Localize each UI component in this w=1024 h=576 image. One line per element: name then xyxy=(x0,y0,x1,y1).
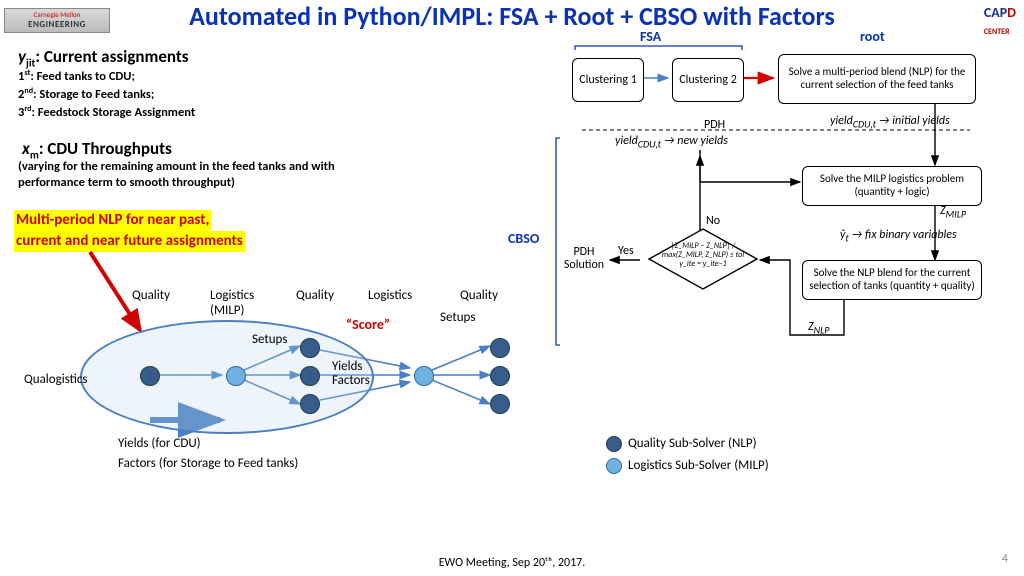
qualogistics-lbl: Qualogistics xyxy=(24,372,88,387)
setups2-lbl: Setups xyxy=(440,310,475,325)
yields-cdu-lbl: Yields (for CDU) xyxy=(118,436,201,451)
quality-node-1 xyxy=(140,366,160,386)
pdh-label: PDH xyxy=(704,118,725,132)
clustering-2-box: Clustering 2 xyxy=(672,58,744,102)
quality-node-3a xyxy=(490,338,510,358)
quality-node-2c xyxy=(300,394,320,414)
milp-box: Solve the MILP logistics problem (quanti… xyxy=(802,166,982,206)
quality-node-3b xyxy=(490,366,510,386)
clustering-1-box: Clustering 1 xyxy=(572,58,644,102)
no-label: No xyxy=(706,214,720,228)
nlp-box: Solve the NLP blend for the current sele… xyxy=(802,260,982,300)
zmilp: ZMILP xyxy=(940,204,966,220)
fsa-label: FSA xyxy=(640,28,661,45)
znlp: ZNLP xyxy=(808,320,829,336)
logistics2-lbl: Logistics xyxy=(368,288,412,303)
page-number: 4 xyxy=(1002,552,1008,566)
highlight-box: Multi-period NLP for near past, current … xyxy=(14,210,245,252)
legend-logistics: Logistics Sub-Solver (MILP) xyxy=(606,458,769,474)
logistics-lbl: Logistics(MILP) xyxy=(210,288,254,318)
capd-logo: CAPD CENTER xyxy=(984,4,1016,38)
yield-new: yieldCDU,t → new yields xyxy=(615,134,728,150)
pdh-solution: PDH Solution xyxy=(560,246,608,272)
xm-heading: xm: CDU Throughputs xyxy=(22,138,172,161)
root-nlp-box: Solve a multi-period blend (NLP) for the… xyxy=(778,54,976,104)
quality-node-2a xyxy=(300,338,320,358)
footer: EWO Meeting, Sep 20ᵗʰ, 2017. xyxy=(0,556,1024,570)
yes-label: Yes xyxy=(618,244,634,258)
legend-quality: Quality Sub-Solver (NLP) xyxy=(606,436,757,452)
yields-factors-lbl: YieldsFactors xyxy=(332,360,370,389)
decision-diamond: |Z_MILP − Z_NLP| / max(Z_MILP, Z_NLP) ≤ … xyxy=(648,228,758,290)
quality-node-3c xyxy=(490,394,510,414)
quality-lbl: Quality xyxy=(132,288,170,303)
score-lbl: “Score” xyxy=(346,316,390,333)
setups-lbl: Setups xyxy=(252,332,287,347)
factors-storage-lbl: Factors (for Storage to Feed tanks) xyxy=(118,456,298,471)
xm-desc: (varying for the remaining amount in the… xyxy=(18,159,378,192)
quality2-lbl: Quality xyxy=(296,288,334,303)
quality-node-2b xyxy=(300,366,320,386)
quality3-lbl: Quality xyxy=(460,288,498,303)
yield-init: yieldCDU,t → initial yields xyxy=(830,114,950,130)
yjit-heading: yjit: Current assignments xyxy=(18,46,189,69)
cbso-label: CBSO xyxy=(508,230,539,247)
ybar: ŷt → fix binary variables xyxy=(840,228,957,244)
yjit-lines: 1st: Feed tanks to CDU; 2nd: Storage to … xyxy=(18,68,195,122)
root-label: root xyxy=(860,28,885,45)
logistics-node-2 xyxy=(414,366,434,386)
logistics-node-1 xyxy=(226,366,246,386)
